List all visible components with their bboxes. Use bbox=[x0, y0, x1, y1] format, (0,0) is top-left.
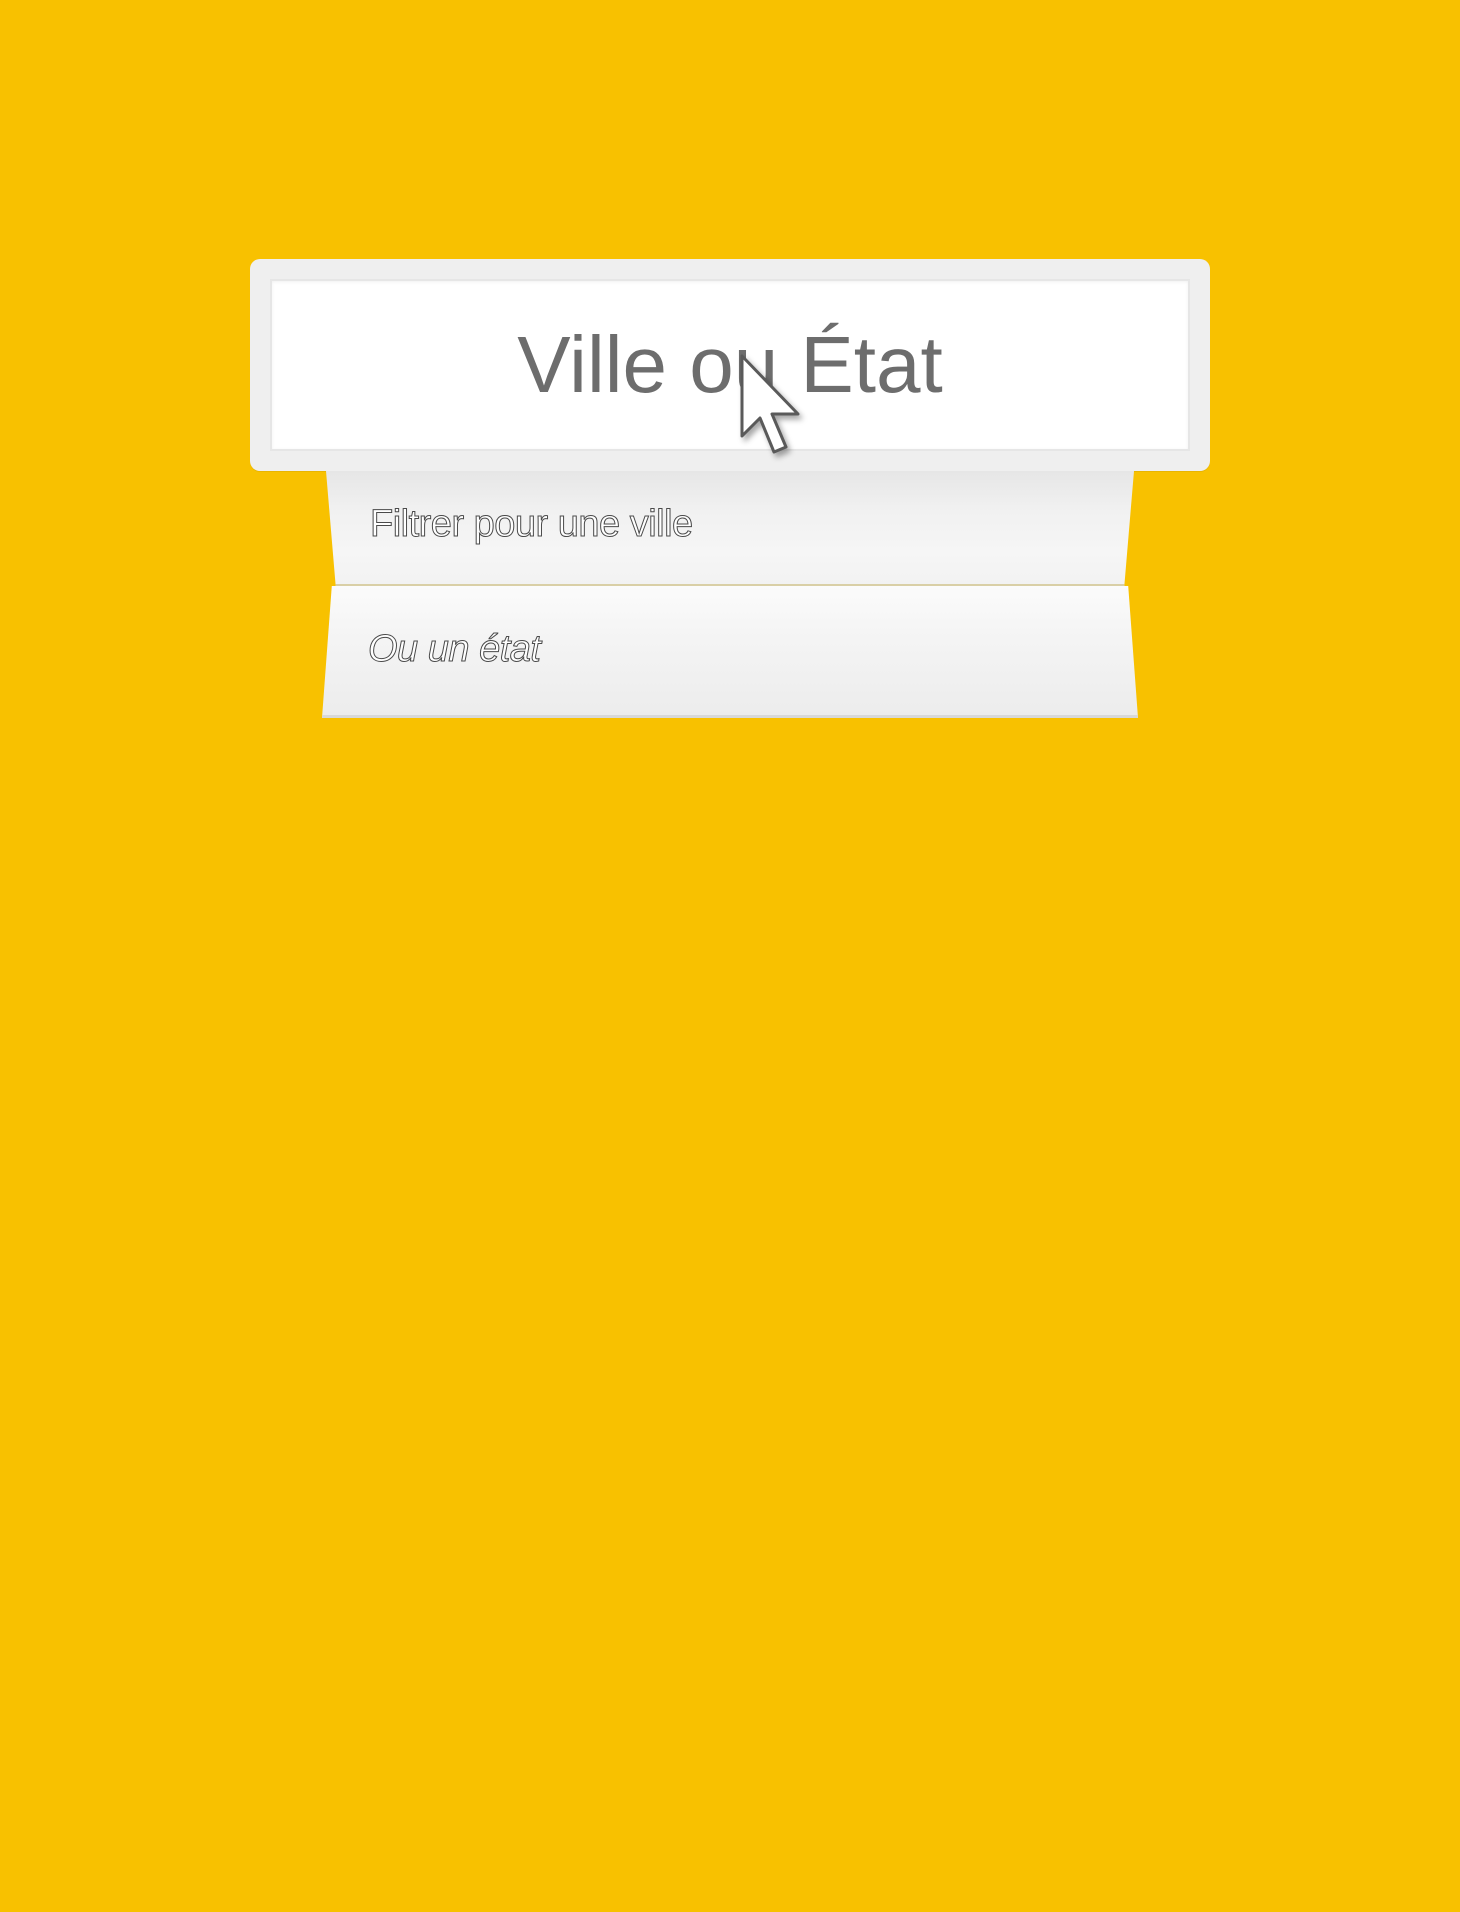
dropdown-item-state[interactable]: Ou un état bbox=[322, 586, 1138, 718]
dropdown-item-label: Ou un état bbox=[367, 628, 541, 671]
dropdown-item-label: Filtrer pour une ville bbox=[370, 503, 694, 546]
city-or-state-input[interactable] bbox=[272, 281, 1188, 449]
search-field-frame bbox=[270, 279, 1190, 451]
dropdown-item-filter-city[interactable]: Filtrer pour une ville bbox=[326, 471, 1134, 586]
search-card bbox=[250, 259, 1210, 471]
